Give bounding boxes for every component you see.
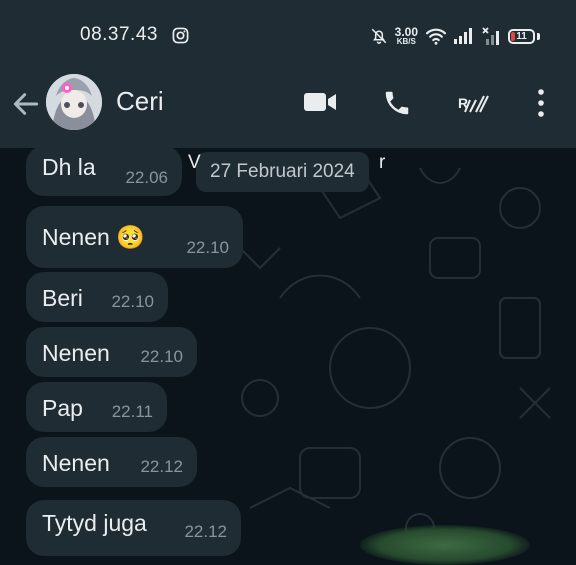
battery-level [511, 31, 515, 41]
signal-icon [454, 28, 472, 44]
message-text: Nenen [42, 340, 110, 366]
message-text: Tytyd juga [42, 510, 147, 536]
message-time: 22.10 [186, 238, 229, 257]
wallpaper-photo-edge [360, 525, 530, 565]
instagram-icon [172, 27, 189, 44]
message-time: 22.06 [125, 168, 168, 187]
message-bubble[interactable]: Tytyd juga 22.12 [26, 500, 241, 556]
back-arrow-icon[interactable] [10, 88, 42, 120]
system-message-fragment-left: V [188, 152, 201, 173]
system-message-fragment-right: r [379, 152, 386, 173]
mute-bell-icon [371, 28, 386, 44]
battery-nub [537, 32, 540, 40]
message-text: Nenen [42, 450, 110, 476]
message-text: Beri [42, 285, 83, 311]
network-speed-unit: KB/S [396, 37, 416, 46]
message-text: Nenen 🥺 [42, 224, 145, 250]
status-indicators: 3.00 KB/S 11 [370, 22, 540, 50]
tick-icon[interactable]: R [456, 88, 492, 116]
message-time: 22.10 [140, 347, 183, 366]
message-bubble[interactable]: Beri 22.10 [26, 272, 168, 322]
wifi-icon [425, 28, 447, 45]
status-time: 08.37.43 [80, 24, 158, 45]
message-bubble[interactable]: Pap 22.11 [26, 382, 167, 432]
more-options-icon[interactable] [535, 88, 547, 118]
signal-no-service-icon [482, 27, 499, 45]
battery-icon: 11 [508, 28, 535, 44]
avatar[interactable] [46, 74, 102, 130]
message-text: Dh la [42, 154, 96, 180]
message-bubble[interactable]: Nenen 🥺 22.10 [26, 206, 243, 268]
message-text: Pap [42, 395, 83, 421]
message-time: 22.10 [111, 292, 154, 311]
avatar-image [46, 74, 102, 130]
message-time: 22.12 [184, 522, 227, 541]
message-time: 22.11 [111, 402, 153, 421]
message-bubble[interactable]: Nenen 22.12 [26, 437, 197, 487]
message-bubble[interactable]: Nenen 22.10 [26, 327, 197, 377]
contact-name[interactable]: Ceri [116, 86, 164, 117]
network-speed: 3.00 KB/S [395, 26, 418, 46]
status-bar: 08.37.43 3.00 KB/S 11 [0, 0, 576, 68]
message-time: 22.12 [140, 457, 183, 476]
date-chip: 27 Februari 2024 [196, 152, 369, 192]
video-call-icon[interactable] [303, 88, 337, 116]
phone-call-icon[interactable] [382, 88, 412, 118]
battery-percent: 11 [516, 30, 527, 42]
message-bubble[interactable]: Dh la 22.06 [26, 146, 182, 196]
